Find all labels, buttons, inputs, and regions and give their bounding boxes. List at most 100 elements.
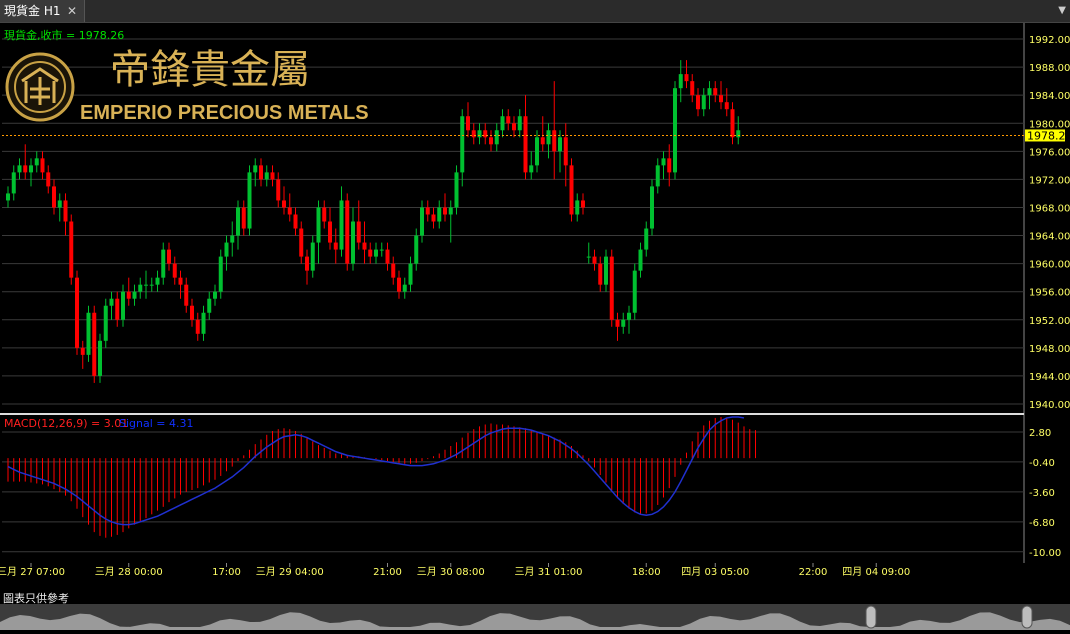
candle-body: [322, 207, 327, 222]
candle-body: [638, 249, 643, 271]
candle-body: [678, 74, 683, 89]
candle-body: [57, 200, 62, 208]
candle-body: [86, 312, 91, 355]
tab-bar: 現貨金 H1 ✕ ▼: [0, 0, 1070, 23]
candle-body: [483, 130, 488, 138]
candle-body: [581, 200, 585, 208]
chart-tab[interactable]: 現貨金 H1 ✕: [0, 0, 85, 22]
candle-body: [563, 137, 568, 166]
time-tick-label: 21:00: [373, 567, 402, 578]
candle-body: [98, 340, 102, 376]
chart-tab-label: 現貨金 H1: [4, 4, 61, 18]
macd-tick-label: -0.40: [1029, 458, 1055, 469]
candle-body: [34, 158, 39, 166]
candle-body: [650, 186, 654, 229]
price-chart-title: 現貨金,收市 = 1978.26: [4, 28, 124, 42]
candle-body: [213, 291, 217, 299]
chart-area[interactable]: 帝鋒貴金屬 EMPERIO PRECIOUS METALS 1992.00 198…: [0, 23, 1070, 603]
scrollbar-preview: [0, 612, 1070, 630]
candle-body: [374, 249, 378, 257]
candle-body: [707, 88, 712, 96]
candle-body: [500, 116, 505, 131]
candle-body: [736, 130, 741, 138]
candle-body: [103, 305, 108, 341]
candle-body: [420, 207, 424, 236]
chevron-down-icon[interactable]: ▼: [1058, 0, 1066, 22]
candle-body: [276, 179, 281, 201]
candle-body: [655, 165, 660, 187]
chart-scrollbar[interactable]: [0, 604, 1070, 630]
candle-body: [138, 284, 143, 292]
candle-body: [621, 319, 626, 327]
price-tick-label: 1956.00: [1029, 288, 1070, 299]
candle-body: [506, 116, 511, 124]
candle-body: [29, 165, 33, 173]
candle-body: [178, 277, 183, 285]
candle-body: [17, 165, 22, 173]
candle-body: [684, 74, 689, 82]
candle-body: [609, 256, 614, 320]
candle-body: [443, 207, 447, 215]
macd-tick-label: 2.80: [1029, 428, 1051, 439]
close-icon[interactable]: ✕: [67, 0, 77, 22]
price-tick-label: 1948.00: [1029, 344, 1070, 355]
candle-body: [575, 200, 580, 215]
scroll-handle-right[interactable]: [1021, 605, 1033, 629]
time-tick-label: 18:00: [632, 567, 661, 578]
candle-body: [80, 347, 85, 355]
price-axis: 1992.001988.001984.001980.001976.001972.…: [1029, 35, 1070, 411]
candle-body: [598, 263, 603, 285]
macd-label: MACD(12,26,9) = 3.01: [4, 417, 128, 430]
time-tick-label: 22:00: [799, 567, 828, 578]
candle-body: [466, 116, 470, 131]
candle-body: [356, 221, 361, 243]
candle-body: [63, 200, 68, 222]
candle-body: [52, 186, 56, 208]
scroll-handle-left[interactable]: [865, 605, 877, 629]
candle-body: [627, 312, 631, 320]
candle-body: [425, 207, 430, 215]
macd-histogram: [7, 417, 756, 538]
logo-english-name: EMPERIO PRECIOUS METALS: [80, 102, 369, 124]
candle-body: [569, 165, 574, 215]
candle-body: [241, 207, 246, 229]
time-tick-label: 四月 04 09:00: [842, 566, 910, 578]
candle-body: [328, 221, 332, 243]
time-tick-label: 三月 30 08:00: [417, 566, 485, 578]
candle-body: [523, 116, 528, 173]
candle-body: [345, 200, 350, 264]
candle-body: [316, 207, 321, 243]
last-price-tag-text: 1978.26: [1027, 129, 1070, 142]
candle-body: [282, 200, 286, 208]
candle-body: [448, 207, 453, 215]
candle-body: [408, 263, 413, 285]
candle-body: [379, 249, 384, 251]
candle-body: [512, 123, 516, 131]
candle-body: [661, 158, 666, 166]
macd-tick-label: -3.60: [1029, 488, 1055, 499]
macd-axis: 2.80 -0.40 -3.60 -6.80 -10.00: [1029, 428, 1061, 559]
candle-body: [69, 221, 74, 278]
candle-body: [351, 221, 355, 264]
candle-body: [236, 207, 240, 236]
time-tick-label: 三月 27 07:00: [0, 566, 65, 578]
candle-body: [132, 291, 137, 299]
candle-body: [586, 256, 591, 258]
candle-body: [592, 256, 597, 264]
candle-body: [431, 214, 436, 222]
price-tick-label: 1968.00: [1029, 203, 1070, 214]
candle-body: [287, 207, 292, 215]
candle-body: [115, 298, 120, 320]
candle-body: [437, 207, 442, 222]
candle-body: [11, 172, 16, 194]
time-tick-label: 三月 28 00:00: [95, 566, 163, 578]
candle-body: [546, 130, 551, 145]
candle-body: [414, 235, 419, 264]
candle-body: [632, 270, 637, 313]
candle-body: [121, 291, 125, 320]
candle-body: [184, 284, 189, 306]
time-tick-label: 17:00: [212, 567, 241, 578]
time-tick-label: 四月 03 05:00: [681, 566, 749, 578]
price-tick-label: 1988.00: [1029, 63, 1070, 74]
candle-body: [471, 130, 476, 138]
